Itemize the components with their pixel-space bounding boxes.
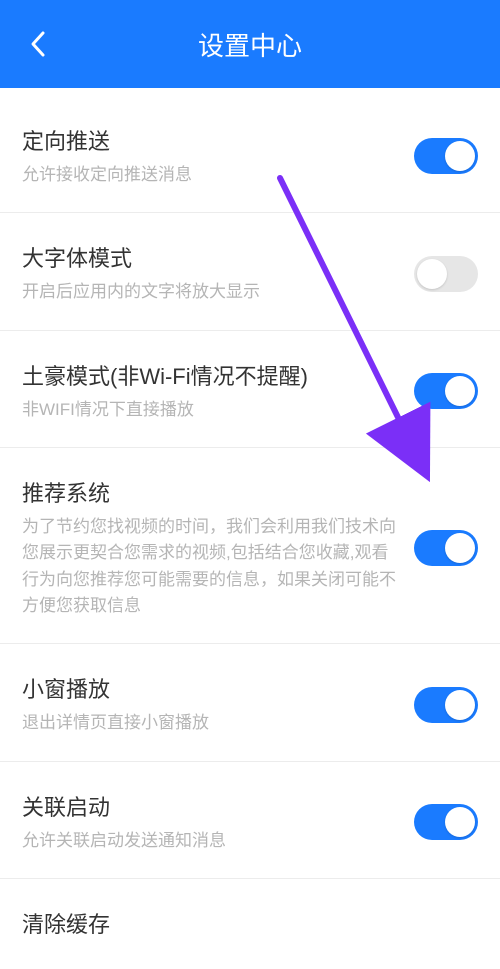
setting-desc: 允许关联启动发送通知消息 <box>22 828 398 854</box>
setting-bigfont: 大字体模式 开启后应用内的文字将放大显示 <box>0 213 500 330</box>
setting-title: 大字体模式 <box>22 241 398 273</box>
setting-text: 土豪模式(非Wi-Fi情况不提醒) 非WIFI情况下直接播放 <box>22 359 398 423</box>
toggle-knob <box>445 376 475 406</box>
setting-assoc: 关联启动 允许关联启动发送通知消息 <box>0 762 500 879</box>
toggle-knob <box>445 533 475 563</box>
setting-desc: 允许接收定向推送消息 <box>22 162 398 188</box>
toggle-recommend[interactable] <box>414 530 478 566</box>
setting-desc: 退出详情页直接小窗播放 <box>22 710 398 736</box>
setting-text: 大字体模式 开启后应用内的文字将放大显示 <box>22 241 398 305</box>
setting-desc: 为了节约您找视频的时间，我们会利用我们技术向您展示更契合您需求的视频,包括结合您… <box>22 514 398 619</box>
setting-desc: 非WIFI情况下直接播放 <box>22 397 398 423</box>
setting-title: 关联启动 <box>22 790 398 822</box>
setting-text: 小窗播放 退出详情页直接小窗播放 <box>22 672 398 736</box>
page-title: 设置中心 <box>0 26 500 63</box>
toggle-push[interactable] <box>414 138 478 174</box>
setting-title: 清除缓存 <box>22 907 478 939</box>
setting-text: 关联启动 允许关联启动发送通知消息 <box>22 790 398 854</box>
toggle-pip[interactable] <box>414 687 478 723</box>
setting-text: 定向推送 允许接收定向推送消息 <box>22 124 398 188</box>
app-header: 设置中心 <box>0 0 500 88</box>
toggle-knob <box>445 690 475 720</box>
back-button[interactable] <box>18 24 58 64</box>
toggle-knob <box>417 259 447 289</box>
setting-recommend: 推荐系统 为了节约您找视频的时间，我们会利用我们技术向您展示更契合您需求的视频,… <box>0 448 500 644</box>
setting-text: 清除缓存 <box>22 907 478 945</box>
setting-cache[interactable]: 清除缓存 <box>0 879 500 969</box>
toggle-knob <box>445 807 475 837</box>
setting-title: 定向推送 <box>22 124 398 156</box>
toggle-bigfont[interactable] <box>414 256 478 292</box>
setting-push: 定向推送 允许接收定向推送消息 <box>0 96 500 213</box>
chevron-left-icon <box>30 30 46 58</box>
toggle-assoc[interactable] <box>414 804 478 840</box>
setting-title: 小窗播放 <box>22 672 398 704</box>
setting-desc: 开启后应用内的文字将放大显示 <box>22 279 398 305</box>
toggle-tuhao[interactable] <box>414 373 478 409</box>
settings-list: 定向推送 允许接收定向推送消息 大字体模式 开启后应用内的文字将放大显示 土豪模… <box>0 88 500 969</box>
toggle-knob <box>445 141 475 171</box>
setting-title: 土豪模式(非Wi-Fi情况不提醒) <box>22 359 398 391</box>
setting-text: 推荐系统 为了节约您找视频的时间，我们会利用我们技术向您展示更契合您需求的视频,… <box>22 476 398 619</box>
setting-tuhao: 土豪模式(非Wi-Fi情况不提醒) 非WIFI情况下直接播放 <box>0 331 500 448</box>
setting-pip: 小窗播放 退出详情页直接小窗播放 <box>0 644 500 761</box>
setting-title: 推荐系统 <box>22 476 398 508</box>
